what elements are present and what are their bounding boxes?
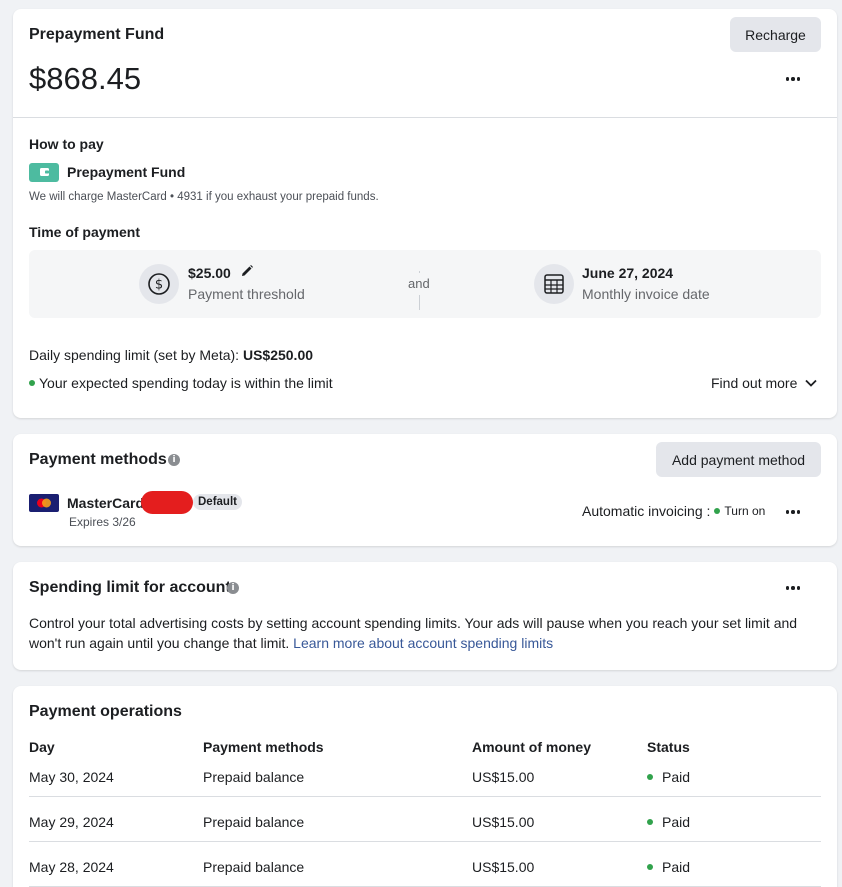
status-text: Paid [662,769,691,785]
payment-methods-title: Payment methods [29,451,167,468]
info-icon[interactable]: i [168,454,180,466]
svg-text:$: $ [155,278,163,293]
prepayment-fund-title: Prepayment Fund [29,26,165,43]
threshold-value: $25.00 [188,265,231,281]
recharge-button[interactable]: Recharge [730,17,821,52]
find-out-more-label: Find out more [711,375,798,391]
row-amount: US$15.00 [472,859,535,875]
status-text: Paid [662,859,691,875]
daily-limit-value: US$250.00 [242,347,314,363]
card-name: MasterCard [67,495,145,511]
row-method: Prepaid balance [203,814,305,830]
daily-limit-label: Daily spending limit (set by Meta): [29,347,240,363]
payment-operations-card: Payment operations Day Payment methods A… [13,686,837,887]
row-method: Prepaid balance [203,859,305,875]
prepayment-fund-card: Prepayment Fund Recharge $868.45 How to … [13,9,837,418]
automatic-invoicing-row: Automatic invoicing : Turn on [582,503,765,519]
default-badge: Default [193,494,242,510]
row-day: May 30, 2024 [29,769,114,785]
daily-limit-row: Daily spending limit (set by Meta): US$2… [29,347,313,363]
spending-limit-title: Spending limit for account [29,579,231,596]
time-of-payment-label: Time of payment [29,224,140,240]
row-status: Paid [647,769,690,785]
status-dot-icon [29,380,35,387]
status-dot-icon [647,774,653,781]
automatic-invoicing-label: Automatic invoicing : [582,503,711,519]
row-status: Paid [647,859,690,875]
row-amount: US$15.00 [472,814,535,830]
status-text: Paid [662,814,691,830]
mastercard-logo-icon [29,494,59,512]
divider [13,117,837,118]
redacted-card-number [141,491,193,514]
status-dot-icon [714,508,721,514]
charge-note: We will charge MasterCard • 4931 if you … [29,191,379,203]
expected-spending-row: Your expected spending today is within t… [29,375,333,391]
row-method: Prepaid balance [203,769,305,785]
row-status: Paid [647,814,690,830]
status-dot-icon [647,819,653,826]
invoice-date-label: Monthly invoice date [582,286,710,302]
calendar-icon [534,264,574,304]
payment-schedule-panel: $ $25.00 Payment threshold and June 27, … [29,250,821,318]
column-header-day: Day [29,739,55,755]
edit-pencil-icon[interactable] [240,264,254,278]
balance-amount: $868.45 [29,61,142,96]
turn-on-link[interactable]: Turn on [724,504,765,518]
spending-limit-description-block: Control your total advertising costs by … [29,613,821,653]
row-amount: US$15.00 [472,769,535,785]
column-header-amount: Amount of money [472,739,591,755]
how-to-pay-label: How to pay [29,136,104,152]
info-icon[interactable]: i [227,582,239,594]
row-divider [29,796,821,797]
wallet-icon [29,163,59,182]
payment-method-name: Prepayment Fund [67,164,186,180]
spending-limit-more-options-icon[interactable] [781,576,805,600]
row-day: May 29, 2024 [29,814,114,830]
row-day: May 28, 2024 [29,859,114,875]
and-label: and [408,276,430,291]
prepayment-more-options-icon[interactable] [781,67,805,91]
card-expiry: Expires 3/26 [69,515,136,529]
column-header-status: Status [647,739,690,755]
payment-method-more-options-icon[interactable] [781,500,805,524]
learn-more-link[interactable]: Learn more about account spending limits [293,635,553,651]
status-dot-icon [647,864,653,871]
invoice-date-value: June 27, 2024 [582,265,674,281]
payment-operations-title: Payment operations [29,703,182,720]
row-divider [29,841,821,842]
threshold-label: Payment threshold [188,286,305,302]
dollar-icon: $ [139,264,179,304]
payment-methods-card: Payment methods i Add payment method Mas… [13,434,837,546]
chevron-down-icon [805,379,818,387]
spending-limit-card: Spending limit for account i Control you… [13,562,837,670]
expected-spending-note: Your expected spending today is within t… [39,375,333,391]
find-out-more-toggle[interactable]: Find out more [711,375,818,391]
column-header-payment-methods: Payment methods [203,739,324,755]
add-payment-method-button[interactable]: Add payment method [656,442,821,477]
